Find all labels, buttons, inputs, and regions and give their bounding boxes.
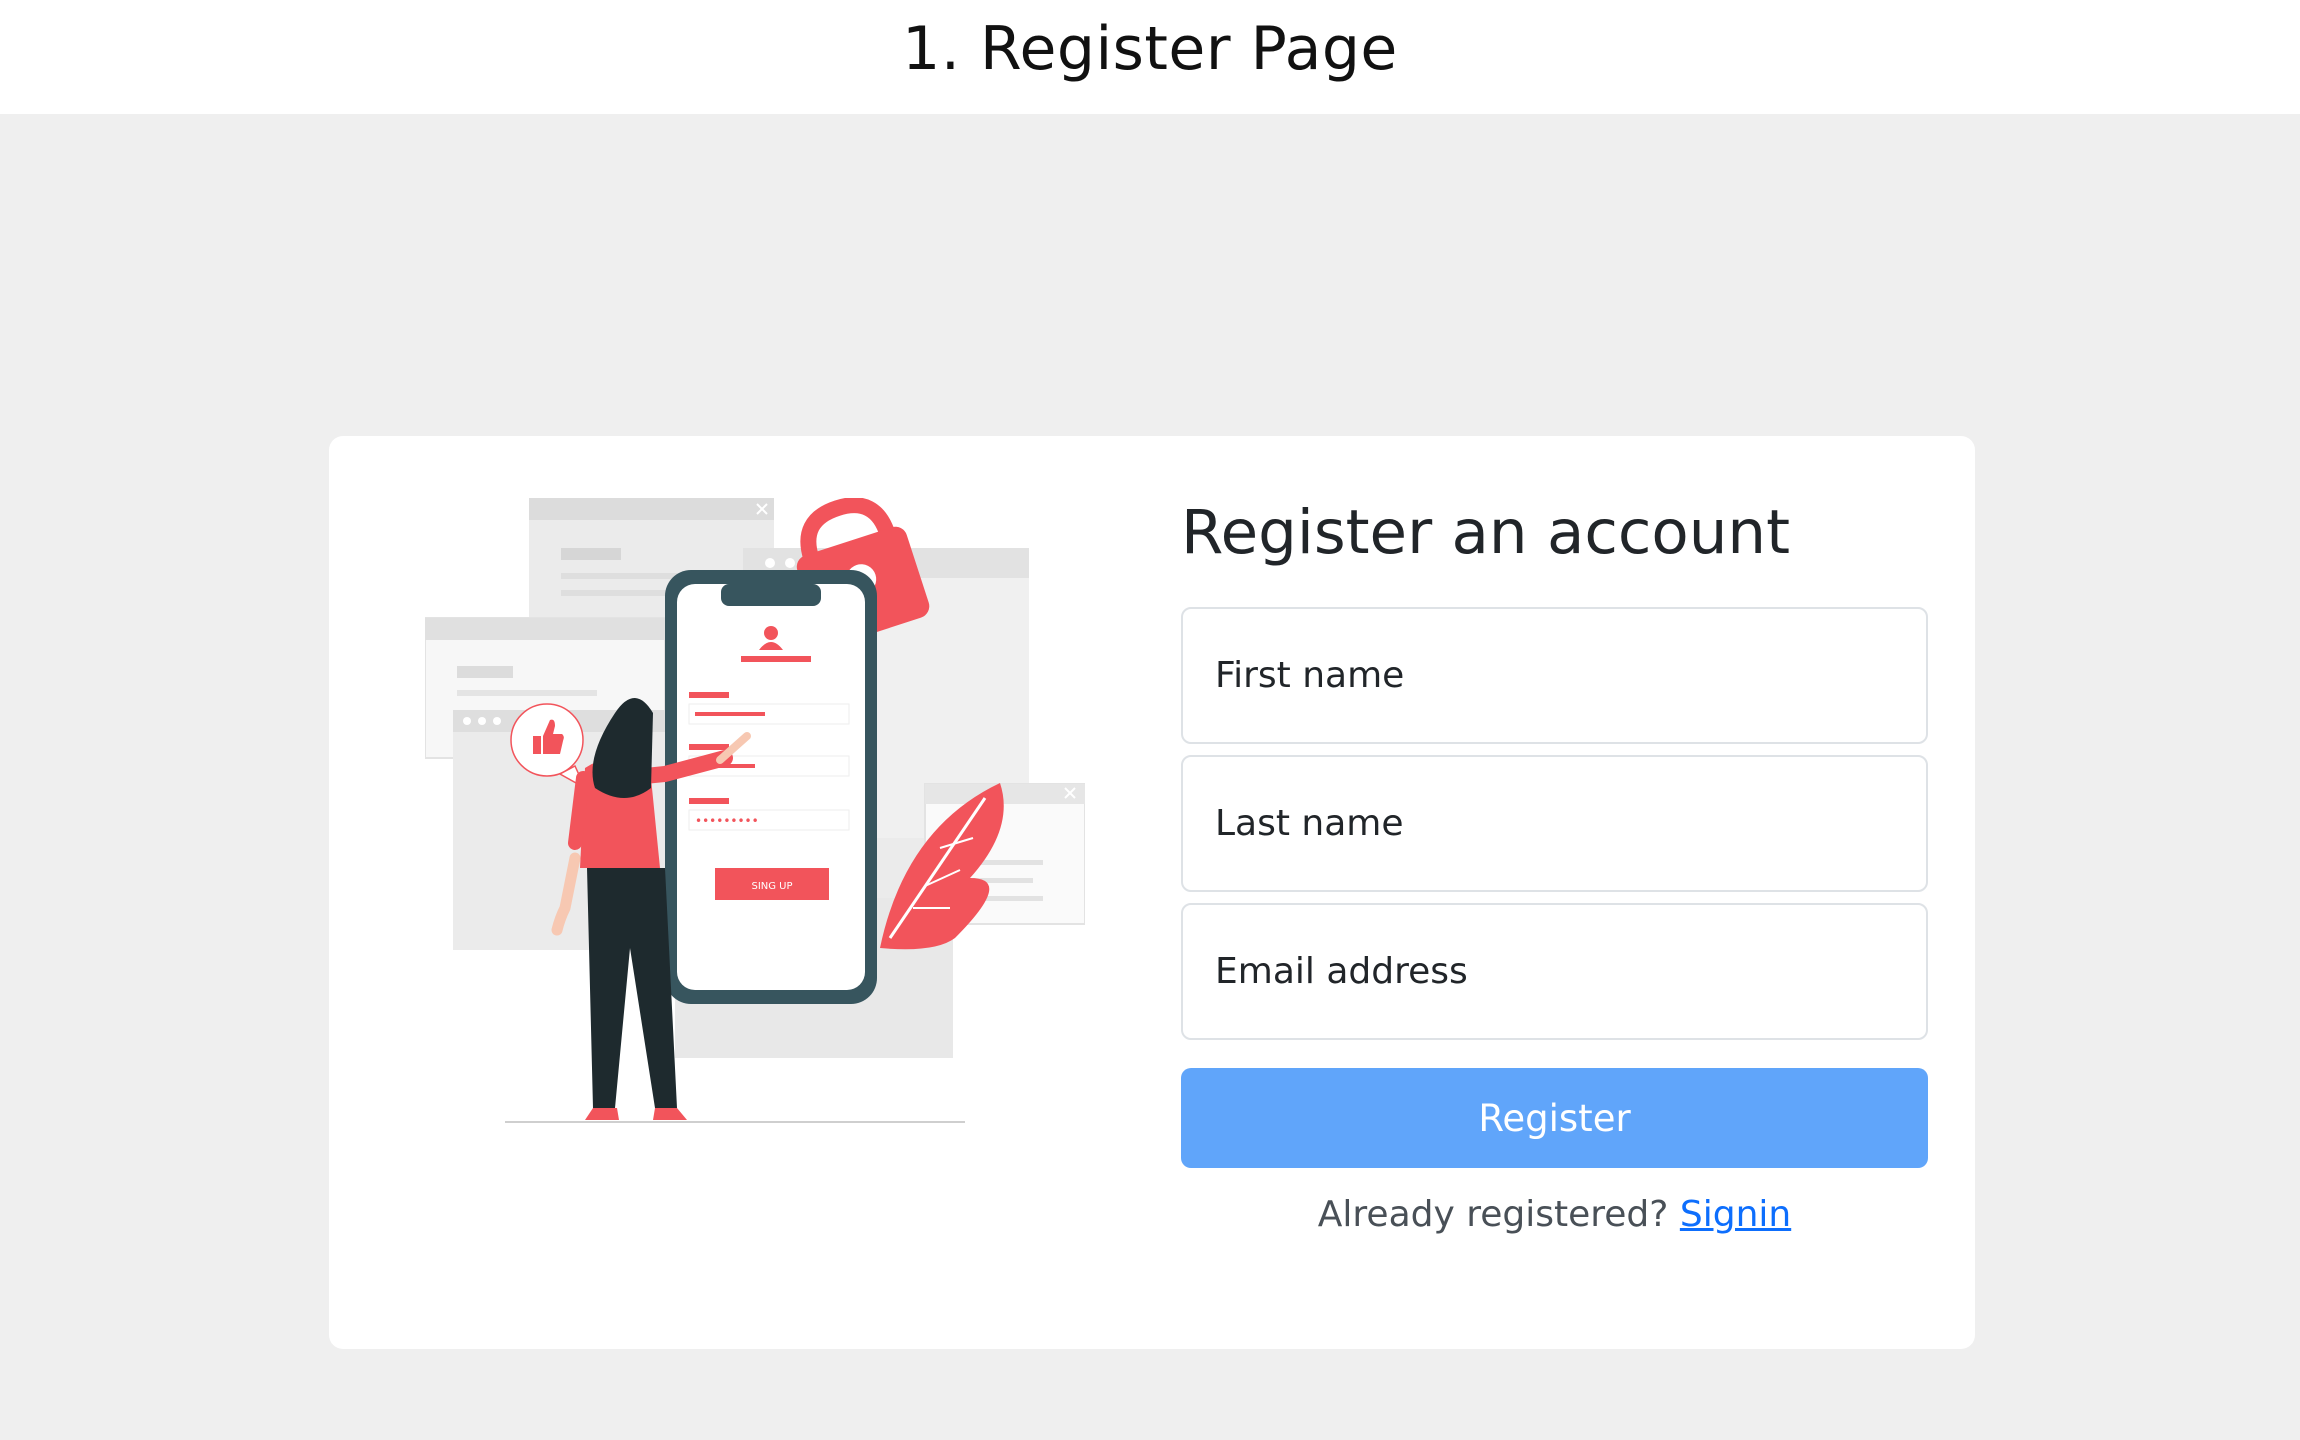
document-header: 1. Register Page: [0, 0, 2300, 114]
first-name-input[interactable]: [1213, 654, 1926, 698]
phone-signup-button: SING UP: [751, 881, 792, 892]
app-canvas: ••••••••• SING UP Register an account Fi…: [0, 114, 2300, 1440]
signin-link[interactable]: Signin: [1680, 1194, 1791, 1235]
register-illustration: ••••••••• SING UP: [425, 498, 1085, 1123]
register-button[interactable]: Register: [1181, 1068, 1928, 1169]
form-heading: Register an account: [1181, 497, 1790, 568]
document-title: 1. Register Page: [902, 14, 1398, 84]
register-card: ••••••••• SING UP Register an account Fi…: [329, 436, 1975, 1349]
last-name-field: [1181, 755, 1928, 893]
first-name-field: [1181, 607, 1928, 745]
signin-prompt-line: Already registered? Signin: [1181, 1194, 1928, 1235]
email-input[interactable]: [1213, 950, 1926, 994]
email-field: [1181, 903, 1928, 1041]
page: 1. Register Page ••••••••• SING UP Regis…: [0, 0, 2300, 1440]
phone-mockup: ••••••••• SING UP: [665, 570, 877, 1004]
last-name-input[interactable]: [1213, 802, 1926, 846]
password-mask: •••••••••: [695, 814, 759, 828]
register-form: Register an account Register Already reg…: [1181, 496, 1928, 1235]
signin-prompt-text: Already registered?: [1317, 1194, 1669, 1236]
